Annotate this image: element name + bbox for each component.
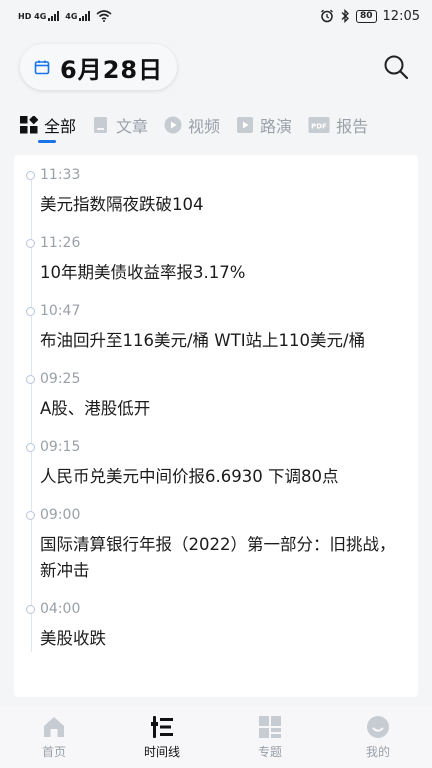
nav-profile-label: 我的 — [365, 744, 390, 759]
tab-all-label: 全部 — [44, 117, 77, 136]
nav-topics[interactable]: 专题 — [225, 715, 315, 760]
nav-home-label: 首页 — [41, 744, 66, 759]
item-headline[interactable]: 人民币兑美元中间价报6.6930 下调80点 — [40, 464, 402, 490]
play-square-icon — [236, 116, 254, 134]
search-button[interactable] — [380, 51, 412, 83]
battery-icon: 80 — [356, 9, 377, 23]
tab-videos[interactable]: 视频 — [156, 105, 228, 145]
tab-reports[interactable]: PDF 报告 — [300, 105, 376, 145]
pdf-icon: PDF — [308, 116, 330, 134]
tab-articles[interactable]: 文章 — [84, 105, 156, 145]
timeline-dot — [26, 443, 35, 452]
nav-timeline-label: 时间线 — [143, 744, 180, 759]
signal-1-icon: HD 4G — [18, 11, 60, 21]
current-date: 6月28日 — [60, 55, 164, 84]
header: 6月28日 — [0, 32, 432, 102]
category-tabs: 全部 文章 视频 路演 PDF 报告 — [0, 102, 432, 148]
item-time: 09:00 — [40, 507, 81, 523]
timeline-item[interactable]: 11:33 美元指数隔夜跌破104 — [26, 165, 402, 218]
item-headline[interactable]: 美元指数隔夜跌破104 — [40, 192, 402, 218]
timeline-item[interactable]: 11:26 10年期美债收益率报3.17% — [26, 233, 402, 286]
item-time: 09:25 — [40, 371, 81, 387]
timeline-item[interactable]: 04:00 美股收跌 — [26, 599, 402, 652]
item-headline[interactable]: 美股收跌 — [40, 626, 402, 652]
tab-all[interactable]: 全部 — [12, 105, 84, 145]
item-time: 09:15 — [40, 439, 81, 455]
bottom-nav: 首页 时间线 专题 我的 — [0, 706, 432, 768]
item-headline[interactable]: 国际清算银行年报（2022）第一部分：旧挑战，新冲击 — [40, 532, 402, 584]
item-time: 04:00 — [40, 601, 81, 617]
timeline-icon — [150, 715, 174, 739]
timeline-card: 11:33 美元指数隔夜跌破104 11:26 10年期美债收益率报3.17% … — [14, 155, 418, 697]
timeline-item[interactable]: 09:15 人民币兑美元中间价报6.6930 下调80点 — [26, 437, 402, 490]
nav-timeline[interactable]: 时间线 — [117, 715, 207, 760]
home-icon — [42, 715, 66, 739]
calendar-icon — [34, 60, 50, 75]
nav-profile[interactable]: 我的 — [333, 715, 423, 760]
timeline-dot — [26, 307, 35, 316]
timeline-item[interactable]: 10:47 布油回升至116美元/桶 WTI站上110美元/桶 — [26, 301, 402, 354]
timeline-dot — [26, 375, 35, 384]
item-headline[interactable]: 10年期美债收益率报3.17% — [40, 260, 402, 286]
document-icon — [92, 116, 110, 134]
timeline-dot — [26, 239, 35, 248]
grid-icon — [20, 116, 38, 134]
timeline-list: 11:33 美元指数隔夜跌破104 11:26 10年期美债收益率报3.17% … — [14, 155, 418, 652]
sim1-label: HD 4G — [18, 11, 47, 21]
search-icon — [384, 55, 409, 80]
status-left: HD 4G 4G — [18, 10, 112, 22]
tiles-icon — [258, 715, 282, 739]
item-headline[interactable]: 布油回升至116美元/桶 WTI站上110美元/桶 — [40, 328, 402, 354]
item-time: 11:33 — [40, 167, 81, 183]
nav-topics-label: 专题 — [257, 744, 282, 759]
profile-icon — [366, 715, 390, 739]
signal-2-icon: 4G — [65, 11, 91, 21]
tab-roadshow[interactable]: 路演 — [228, 105, 300, 145]
sim2-label: 4G — [65, 11, 78, 21]
play-circle-icon — [164, 116, 182, 134]
nav-home[interactable]: 首页 — [9, 715, 99, 760]
timeline-dot — [26, 605, 35, 614]
tab-articles-label: 文章 — [116, 117, 149, 136]
status-right: 80 12:05 — [320, 9, 420, 24]
svg-text:PDF: PDF — [311, 123, 327, 131]
alarm-icon — [321, 9, 333, 23]
tab-videos-label: 视频 — [188, 117, 221, 136]
clock-time: 12:05 — [382, 8, 420, 24]
timeline-dot — [26, 511, 35, 520]
timeline-item[interactable]: 09:00 国际清算银行年报（2022）第一部分：旧挑战，新冲击 — [26, 505, 402, 584]
status-bar: HD 4G 4G 80 12:05 — [0, 0, 432, 32]
timeline-dot — [26, 171, 35, 180]
wifi-icon — [96, 10, 112, 22]
tab-roadshow-label: 路演 — [260, 117, 293, 136]
timeline-item[interactable]: 09:25 A股、港股低开 — [26, 369, 402, 422]
item-time: 10:47 — [40, 303, 81, 319]
item-headline[interactable]: A股、港股低开 — [40, 396, 402, 422]
item-time: 11:26 — [40, 235, 81, 251]
bluetooth-icon — [341, 9, 349, 23]
tab-reports-label: 报告 — [336, 117, 369, 136]
date-picker-button[interactable]: 6月28日 — [20, 44, 178, 90]
